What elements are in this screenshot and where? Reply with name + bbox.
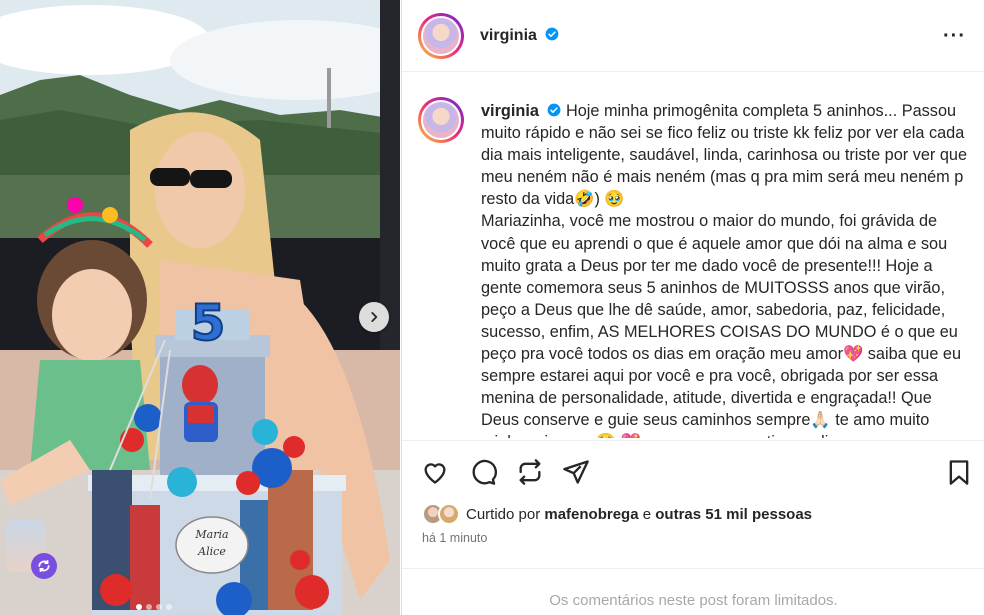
next-photo-button[interactable] <box>359 302 389 332</box>
chevron-right-icon <box>371 312 378 322</box>
carousel-dot <box>166 604 172 610</box>
post-timestamp[interactable]: há 1 minuto <box>422 531 487 545</box>
avatar-image <box>421 15 461 56</box>
action-bar <box>402 440 984 500</box>
liker-username[interactable]: mafenobrega <box>544 506 638 523</box>
caption-paragraph-1: virginia Hoje minha primogênita completa… <box>481 100 973 210</box>
username-link[interactable]: virginia <box>480 27 559 45</box>
caption-avatar[interactable] <box>418 97 464 143</box>
avatar[interactable] <box>418 12 464 59</box>
verified-icon <box>548 103 561 117</box>
carousel-dot <box>136 604 142 610</box>
bookmark-icon[interactable] <box>945 458 973 486</box>
likes-others[interactable]: outras 51 mil pessoas <box>655 506 812 523</box>
post-image[interactable]: Maria Alice 5 <box>0 0 400 615</box>
post-details-panel: virginia ··· virginia Hoje minha primogê… <box>401 0 984 615</box>
remix-icon[interactable] <box>31 553 57 579</box>
caption-username[interactable]: virginia <box>481 102 539 120</box>
likes-prefix: Curtido por <box>466 505 541 523</box>
carousel-dots <box>136 604 172 610</box>
liker-avatar[interactable] <box>438 503 460 525</box>
post-caption: virginia Hoje minha primogênita completa… <box>481 100 973 438</box>
caption-area: virginia Hoje minha primogênita completa… <box>402 73 984 438</box>
photo-scene: Maria Alice 5 <box>0 0 400 615</box>
cake-topper-text-2: Alice <box>197 545 226 558</box>
share-icon[interactable] <box>516 458 544 486</box>
verified-icon <box>545 27 559 40</box>
caption-text-1: Hoje minha primogênita completa 5 aninho… <box>481 102 968 209</box>
avatar-image <box>421 100 461 140</box>
caption-text-2: Mariazinha, você me mostrou o maior do m… <box>481 212 965 438</box>
likes-text: Curtido por mafenobrega e outras 51 mil … <box>466 506 812 523</box>
cake-topper-text-1: Maria <box>194 528 228 541</box>
carousel-dot <box>156 604 162 610</box>
post-header: virginia ··· <box>402 0 984 72</box>
cake-number-5: 5 <box>191 294 226 352</box>
comments-limited-notice: Os comentários neste post foram limitado… <box>549 591 838 609</box>
more-options-icon[interactable]: ··· <box>943 26 966 46</box>
likes-connector: e <box>642 505 652 523</box>
carousel-dot <box>146 604 152 610</box>
heart-icon[interactable] <box>421 458 449 486</box>
send-icon[interactable] <box>562 458 590 486</box>
comments-bar: Os comentários neste post foram limitado… <box>402 568 984 615</box>
likes-summary: Curtido por mafenobrega e outras 51 mil … <box>422 503 812 525</box>
comment-icon[interactable] <box>469 458 497 486</box>
username[interactable]: virginia <box>480 27 537 44</box>
